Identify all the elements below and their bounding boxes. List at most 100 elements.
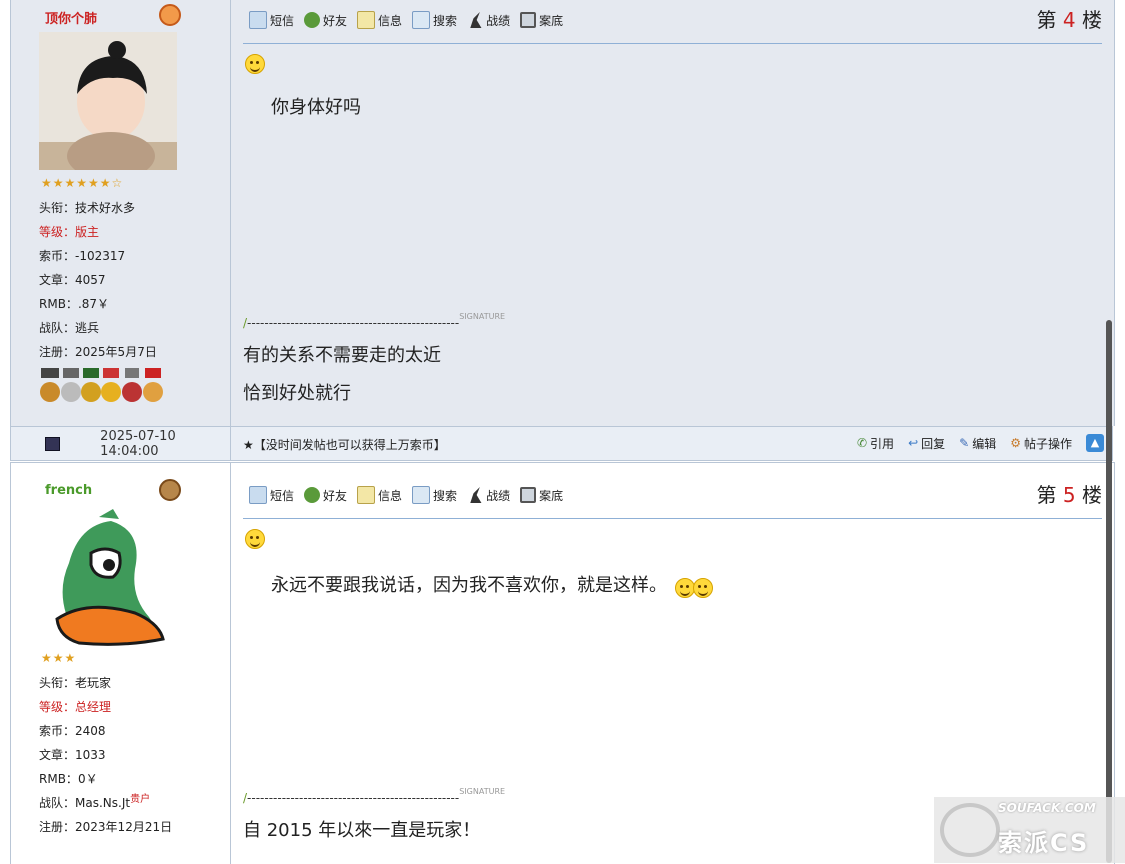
document-icon: [357, 486, 376, 504]
divider: [243, 518, 1102, 519]
title-value: 技术好水多: [75, 201, 136, 215]
edit-label: 编辑: [972, 436, 997, 451]
sms-button[interactable]: 短信: [249, 11, 294, 29]
rmb-label: RMB：: [39, 772, 78, 786]
title-value: 老玩家: [75, 676, 112, 690]
level-value: 版主: [75, 225, 100, 239]
divider: [243, 43, 1102, 44]
username[interactable]: french: [45, 483, 92, 498]
reply-button[interactable]: ↩ 回复: [908, 435, 945, 452]
female-avatar-icon: [159, 479, 181, 501]
notice-link[interactable]: ★【没时间发帖也可以获得上万索币】: [243, 436, 446, 453]
quote-icon: ✆: [856, 436, 868, 450]
level-label: 等级：: [39, 700, 76, 714]
user-level: 等级：版主: [39, 223, 99, 240]
username[interactable]: 顶你个肺: [45, 8, 97, 27]
sms-button[interactable]: 短信: [249, 486, 294, 504]
rmb-label: RMB：: [39, 297, 78, 311]
user-avatar-image[interactable]: [39, 32, 177, 170]
team-label: 战队：: [39, 796, 76, 810]
registered-label: 注册：: [39, 345, 76, 359]
user-title: 头衔：技术好水多: [39, 199, 135, 216]
search-icon: [412, 486, 431, 504]
user-avatar-image[interactable]: [39, 507, 177, 647]
friend-label: 好友: [323, 488, 348, 503]
post-message: 永远不要跟我说话，因为我不喜欢你，就是这样。: [271, 571, 713, 598]
user-team: 战队：逃兵: [39, 319, 99, 336]
registered-value: 2025年5月7日: [75, 345, 157, 359]
file-button[interactable]: 案底: [520, 487, 563, 504]
title-label: 头衔：: [39, 201, 76, 215]
site-watermark: SOUFACK.COM 索派CS: [934, 797, 1125, 863]
team-value: 逃兵: [75, 321, 100, 335]
signature-tag: SIGNATURE: [459, 787, 506, 796]
post-actions: ✆ 引用 ↩ 回复 ✎ 编辑 ⚙ 帖子操作 ▲: [857, 434, 1104, 452]
user-articles: 文章：1033: [39, 746, 106, 763]
signature-divider: /---------------------------------------…: [243, 312, 505, 330]
floor-num: 5: [1062, 483, 1076, 507]
search-icon: [412, 11, 431, 29]
edit-button[interactable]: ✎ 编辑: [959, 435, 996, 452]
signature-dashes: ----------------------------------------…: [247, 316, 460, 330]
soldier-icon: [470, 487, 482, 503]
search-button[interactable]: 搜索: [412, 11, 457, 29]
friend-button[interactable]: 好友: [304, 487, 347, 504]
user-toolbar: 短信 好友 信息 搜索 战绩 案底: [249, 483, 563, 507]
tools-icon: ⚙: [1010, 436, 1021, 450]
sms-icon: [249, 486, 267, 504]
info-button[interactable]: 信息: [357, 486, 402, 504]
articles-label: 文章：: [39, 748, 76, 762]
coins-label: 索币：: [39, 249, 76, 263]
meta-left: 2025-07-10 14:04:00: [11, 427, 231, 460]
user-team: 战队：Mas.Ns.Jt贵户: [39, 794, 150, 811]
file-button[interactable]: 案底: [520, 12, 563, 29]
friend-button[interactable]: 好友: [304, 12, 347, 29]
file-label: 案底: [539, 488, 564, 503]
record-button[interactable]: 战绩: [467, 487, 510, 504]
user-sidebar: 顶你个肺 ★★★★★★☆ 头衔：技术好水多 等级：版主 索币：-102317 文…: [11, 0, 231, 426]
computer-icon: [45, 436, 61, 451]
user-articles: 文章：4057: [39, 271, 106, 288]
level-label: 等级：: [39, 225, 76, 239]
reply-label: 回复: [921, 436, 946, 451]
document-icon: [357, 11, 376, 29]
post-message: 你身体好吗: [271, 97, 361, 118]
floor-suffix: 楼: [1082, 8, 1102, 32]
info-label: 信息: [378, 488, 403, 503]
record-button[interactable]: 战绩: [467, 12, 510, 29]
level-value: 总经理: [75, 700, 112, 714]
floor-prefix: 第: [1036, 8, 1057, 32]
signature-line-1: 有的关系不需要走的太近: [243, 345, 441, 366]
friends-icon: [304, 12, 321, 28]
friends-icon: [304, 487, 321, 503]
record-label: 战绩: [486, 488, 511, 503]
monitor-icon: [520, 12, 537, 28]
search-label: 搜索: [433, 13, 458, 28]
watermark-line2: 索派CS: [998, 829, 1090, 857]
coins-value: -102317: [75, 249, 126, 263]
file-label: 案底: [539, 13, 564, 28]
post-ops-button[interactable]: ⚙ 帖子操作: [1010, 435, 1072, 452]
vertical-scrollbar[interactable]: [1106, 320, 1112, 863]
back-to-top-icon[interactable]: ▲: [1086, 434, 1104, 452]
sms-label: 短信: [270, 488, 295, 503]
user-coins: 索币：-102317: [39, 247, 125, 264]
post-meta-bar: 2025-07-10 14:04:00 ★【没时间发帖也可以获得上万索币】 ✆ 引…: [10, 426, 1113, 461]
post-ops-label: 帖子操作: [1023, 436, 1072, 451]
edit-icon: ✎: [959, 436, 970, 450]
record-label: 战绩: [486, 13, 511, 28]
smiley-icon: [245, 54, 265, 74]
soldier-icon: [470, 12, 482, 28]
user-registered: 注册：2023年12月21日: [39, 818, 172, 835]
friend-label: 好友: [323, 13, 348, 28]
registered-value: 2023年12月21日: [75, 820, 173, 834]
search-button[interactable]: 搜索: [412, 486, 457, 504]
user-rmb: RMB：0￥: [39, 770, 98, 787]
floor-suffix: 楼: [1082, 483, 1102, 507]
quote-button[interactable]: ✆ 引用: [857, 435, 894, 452]
sms-label: 短信: [270, 13, 295, 28]
team-badge: 贵户: [130, 794, 151, 805]
info-button[interactable]: 信息: [357, 11, 402, 29]
medals-icon: [40, 368, 163, 402]
rating-stars: ★★★★★★☆: [41, 176, 124, 190]
